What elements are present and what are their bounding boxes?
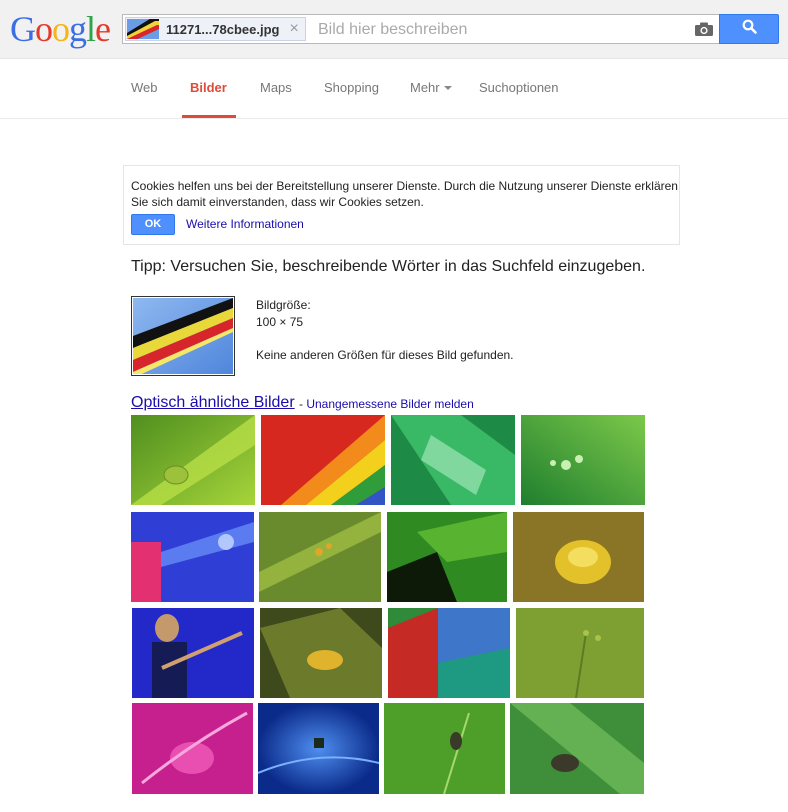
- cookie-text: Cookies helfen uns bei der Bereitstellun…: [131, 179, 678, 209]
- logo-letter: e: [95, 9, 111, 49]
- similar-image-thumbnail[interactable]: [384, 703, 505, 794]
- tab-shopping[interactable]: Shopping: [324, 80, 379, 95]
- similar-image-thumbnail[interactable]: [521, 415, 645, 505]
- similar-images-link[interactable]: Optisch ähnliche Bilder: [131, 394, 295, 412]
- search-icon: [742, 19, 757, 39]
- cookie-ok-button[interactable]: OK: [131, 214, 175, 235]
- logo-letter: l: [86, 9, 96, 49]
- similar-image-thumbnail[interactable]: [388, 608, 510, 698]
- similar-image-thumbnail[interactable]: [259, 512, 381, 602]
- chip-thumbnail: [127, 19, 159, 39]
- similar-image-thumbnail[interactable]: [516, 608, 644, 698]
- search-tip: Tipp: Versuchen Sie, beschreibende Wörte…: [131, 258, 646, 275]
- logo-letter: G: [10, 9, 36, 49]
- camera-icon[interactable]: [695, 22, 713, 36]
- similar-image-thumbnail[interactable]: [261, 415, 385, 505]
- cookie-notice: Cookies helfen uns bei der Bereitstellun…: [123, 165, 680, 245]
- logo-letter: g: [69, 9, 87, 49]
- similar-image-thumbnail[interactable]: [131, 415, 255, 505]
- tab-bilder[interactable]: Bilder: [190, 80, 227, 95]
- separator: -: [299, 397, 303, 411]
- more-info-link[interactable]: Weitere Informationen: [186, 217, 304, 231]
- tab-mehr[interactable]: Mehr: [410, 80, 452, 95]
- image-size-value[interactable]: 100 × 75: [256, 315, 303, 329]
- similar-image-thumbnail[interactable]: [513, 512, 644, 602]
- search-input[interactable]: 11271...78cbee.jpg × Bild hier beschreib…: [122, 14, 719, 44]
- image-size-label: Bildgröße:: [256, 298, 311, 312]
- tab-maps[interactable]: Maps: [260, 80, 292, 95]
- google-logo[interactable]: Google: [10, 9, 111, 49]
- similar-image-thumbnail[interactable]: [391, 415, 515, 505]
- similar-image-thumbnail[interactable]: [260, 608, 382, 698]
- active-tab-indicator: [182, 115, 236, 118]
- top-bar: Google 11271...78cbee.jpg × Bild hier be…: [0, 0, 788, 59]
- logo-letter: o: [35, 9, 53, 49]
- similar-image-thumbnail[interactable]: [510, 703, 644, 794]
- tab-mehr-label: Mehr: [410, 80, 440, 95]
- search-nav: Web Bilder Maps Shopping Mehr Suchoption…: [0, 60, 788, 119]
- report-images-line: - Unangemessene Bilder melden: [299, 397, 474, 411]
- close-icon[interactable]: ×: [289, 21, 298, 37]
- similar-image-thumbnail[interactable]: [387, 512, 507, 602]
- chip-filename: 11271...78cbee.jpg: [166, 21, 280, 37]
- report-images-link[interactable]: Unangemessene Bilder melden: [306, 397, 473, 411]
- similar-image-thumbnail[interactable]: [258, 703, 379, 794]
- caret-down-icon: [443, 86, 452, 90]
- query-image[interactable]: [131, 296, 235, 376]
- no-other-sizes-text: Keine anderen Größen für dieses Bild gef…: [256, 348, 514, 362]
- search-placeholder: Bild hier beschreiben: [318, 21, 468, 38]
- tab-web[interactable]: Web: [131, 80, 158, 95]
- logo-letter: o: [52, 9, 70, 49]
- tab-suchoptionen[interactable]: Suchoptionen: [479, 80, 559, 95]
- search-button[interactable]: [719, 14, 779, 44]
- image-query-chip[interactable]: 11271...78cbee.jpg ×: [125, 17, 306, 41]
- similar-image-thumbnail[interactable]: [132, 608, 254, 698]
- similar-image-thumbnail[interactable]: [131, 512, 254, 602]
- similar-image-thumbnail[interactable]: [132, 703, 253, 794]
